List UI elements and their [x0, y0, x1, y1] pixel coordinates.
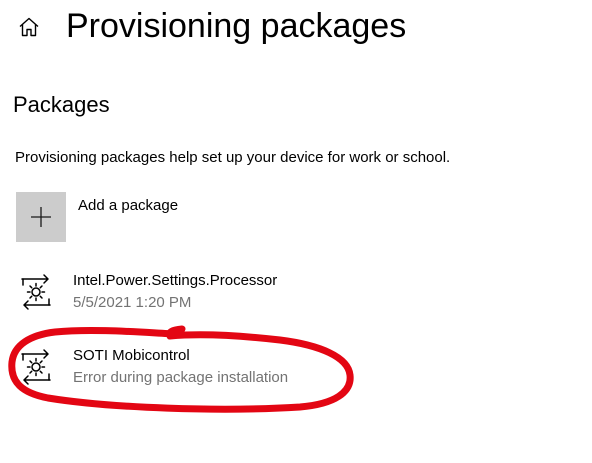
home-icon[interactable]: [16, 14, 42, 40]
page-title: Provisioning packages: [66, 7, 407, 45]
section-description: Provisioning packages help set up your d…: [15, 149, 451, 166]
package-item-soti-mobicontrol[interactable]: SOTI Mobicontrol Error during package in…: [18, 345, 288, 391]
section-heading-packages: Packages: [13, 92, 110, 117]
package-gear-icon: [21, 349, 51, 385]
plus-icon: [16, 192, 66, 242]
package-detail: 5/5/2021 1:20 PM: [73, 294, 192, 311]
add-package-button[interactable]: Add a package: [16, 192, 178, 242]
package-gear-icon: [21, 274, 51, 310]
package-error-status: Error during package installation: [73, 369, 289, 386]
package-name: Intel.Power.Settings.Processor: [73, 272, 278, 289]
package-item-intel-power-settings[interactable]: Intel.Power.Settings.Processor 5/5/2021 …: [18, 270, 277, 316]
add-package-label: Add a package: [78, 197, 179, 214]
package-name: SOTI Mobicontrol: [73, 347, 190, 364]
